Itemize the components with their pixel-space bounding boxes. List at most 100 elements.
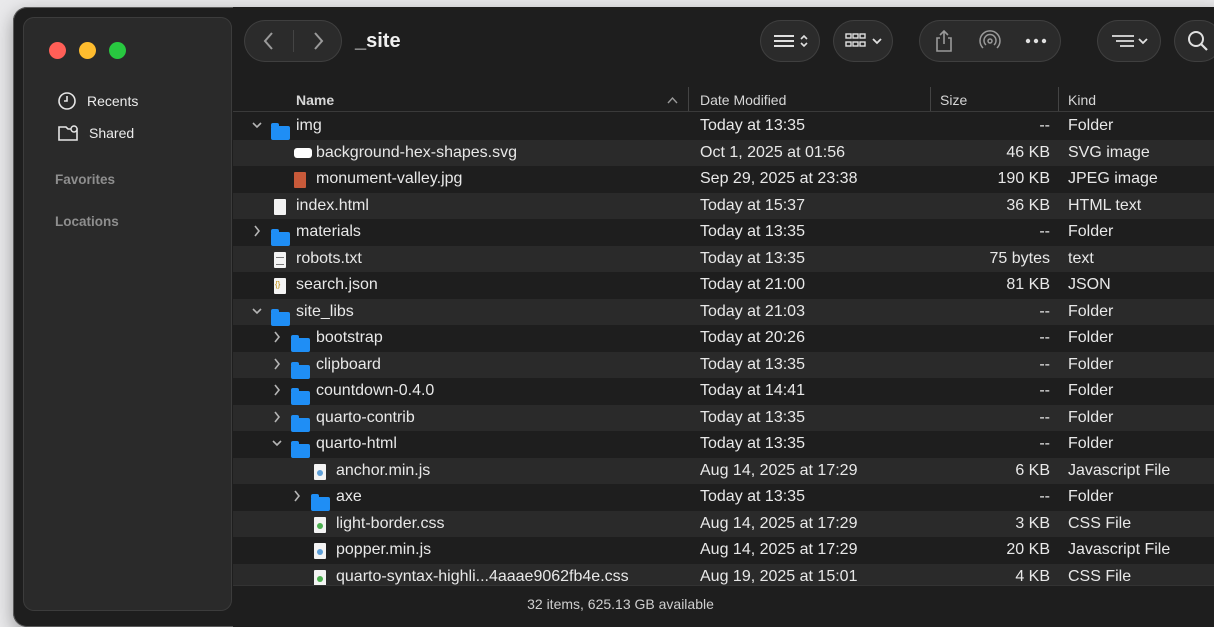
- chevron-up-icon[interactable]: [667, 96, 678, 104]
- chevron-right-icon: [313, 32, 323, 50]
- file-name: robots.txt: [296, 249, 362, 267]
- file-date-modified: Aug 14, 2025 at 17:29: [700, 541, 858, 558]
- file-date-modified: Aug 14, 2025 at 17:29: [700, 461, 858, 479]
- file-kind: text: [1068, 249, 1094, 267]
- file-name: axe: [336, 488, 362, 505]
- status-bar: 32 items, 625.13 GB available: [233, 585, 1214, 627]
- file-date-modified: Today at 13:35: [700, 355, 805, 373]
- file-date-modified: Aug 19, 2025 at 15:01: [700, 567, 858, 585]
- disclosure-collapsed-icon[interactable]: [291, 488, 303, 504]
- file-kind: Folder: [1068, 117, 1114, 134]
- disclosure-collapsed-icon[interactable]: [271, 356, 283, 372]
- sidebar-item-recents[interactable]: Recents: [57, 90, 138, 112]
- share-button[interactable]: [921, 29, 967, 53]
- column-kind[interactable]: Kind: [1068, 92, 1096, 108]
- sidebar: Recents Shared Favorites Locations: [23, 17, 232, 611]
- table-row[interactable]: axe Today at 13:35 -- Folder: [233, 484, 1214, 511]
- view-mode-button[interactable]: [760, 20, 820, 62]
- file-size: 46 KB: [1006, 143, 1050, 161]
- minimize-window-button[interactable]: [79, 42, 96, 59]
- sidebar-item-shared[interactable]: Shared: [57, 122, 134, 144]
- table-row[interactable]: anchor.min.js Aug 14, 2025 at 17:29 6 KB Ja…: [233, 457, 1214, 484]
- close-window-button[interactable]: [49, 42, 66, 59]
- grid-group-icon: [845, 33, 882, 47]
- css-file-icon: [314, 516, 326, 533]
- file-name: anchor.min.js: [336, 461, 431, 479]
- disclosure-expanded-icon[interactable]: [251, 117, 263, 133]
- table-row[interactable]: bootstrap Today at 20:26 -- Folder: [233, 325, 1214, 352]
- folder-icon: [291, 414, 310, 432]
- disclosure-collapsed-icon[interactable]: [251, 223, 263, 239]
- table-row[interactable]: search.json Today at 21:00 81 KB JSON: [233, 272, 1214, 299]
- css-file-icon: [314, 569, 326, 585]
- file-kind: Folder: [1068, 408, 1114, 426]
- file-kind: Folder: [1068, 435, 1114, 452]
- file-date-modified: Today at 13:35: [700, 488, 805, 505]
- sidebar-section-favorites[interactable]: Favorites: [55, 172, 115, 187]
- table-row[interactable]: materials Today at 13:35 -- Folder: [233, 219, 1214, 246]
- back-button[interactable]: [245, 31, 293, 51]
- file-size: --: [1039, 223, 1050, 240]
- file-date-modified: Today at 13:35: [700, 223, 805, 240]
- file-size: 81 KB: [1006, 276, 1050, 293]
- file-size: --: [1039, 355, 1050, 373]
- table-row[interactable]: site_libs Today at 21:03 -- Folder: [233, 298, 1214, 326]
- file-date-modified: Today at 13:35: [700, 249, 805, 267]
- column-divider[interactable]: [688, 87, 689, 111]
- file-name: popper.min.js: [336, 541, 432, 558]
- table-row[interactable]: index.html Today at 15:37 36 KB HTML text: [233, 192, 1214, 219]
- file-kind: CSS File: [1068, 514, 1132, 532]
- finder-window: Recents Shared Favorites Locations _site: [13, 7, 1214, 627]
- table-row[interactable]: countdown-0.4.0 Today at 14:41 -- Folder: [233, 378, 1214, 405]
- file-date-modified: Oct 1, 2025 at 01:56: [700, 143, 845, 161]
- share-icon: [936, 29, 952, 52]
- column-divider[interactable]: [930, 87, 931, 111]
- file-kind: Folder: [1068, 382, 1114, 399]
- table-row[interactable]: quarto-html Today at 13:35 -- Folder: [233, 431, 1214, 458]
- file-size: --: [1039, 382, 1050, 399]
- column-divider[interactable]: [1058, 87, 1059, 111]
- folder-icon: [311, 494, 330, 511]
- chevron-left-icon: [263, 32, 273, 50]
- column-date-modified[interactable]: Date Modified: [700, 92, 786, 108]
- table-row[interactable]: background-hex-shapes.svg Oct 1, 2025 at …: [233, 139, 1214, 166]
- airdrop-button[interactable]: [967, 29, 1013, 53]
- disclosure-expanded-icon[interactable]: [271, 435, 283, 451]
- disclosure-collapsed-icon[interactable]: [271, 382, 283, 398]
- sidebar-section-locations[interactable]: Locations: [55, 214, 119, 229]
- folder-icon: [291, 335, 310, 352]
- file-date-modified: Today at 15:37: [700, 196, 805, 214]
- table-row[interactable]: monument-valley.jpg Sep 29, 2025 at 23:38…: [233, 166, 1214, 193]
- file-kind: Javascript File: [1068, 461, 1171, 479]
- disclosure-expanded-icon[interactable]: [251, 303, 263, 319]
- javascript-file-icon: [314, 543, 326, 559]
- column-size[interactable]: Size: [940, 92, 967, 108]
- table-row[interactable]: clipboard Today at 13:35 -- Folder: [233, 351, 1214, 379]
- table-row[interactable]: quarto-syntax-highli...4aaae9062fb4e.css…: [233, 563, 1214, 585]
- forward-button[interactable]: [294, 31, 342, 51]
- disclosure-collapsed-icon[interactable]: [271, 409, 283, 425]
- file-name: quarto-contrib: [316, 408, 415, 426]
- group-button[interactable]: [833, 20, 893, 62]
- sort-options-button[interactable]: [1097, 20, 1161, 62]
- file-kind: Folder: [1068, 355, 1114, 373]
- table-row[interactable]: popper.min.js Aug 14, 2025 at 17:29 20 KB J…: [233, 537, 1214, 564]
- zoom-window-button[interactable]: [109, 42, 126, 59]
- table-row[interactable]: light-border.css Aug 14, 2025 at 17:29 3 K…: [233, 510, 1214, 537]
- disclosure-collapsed-icon[interactable]: [271, 329, 283, 345]
- table-row[interactable]: quarto-contrib Today at 13:35 -- Folder: [233, 404, 1214, 432]
- more-button[interactable]: [1013, 37, 1059, 45]
- json-file-icon: [274, 278, 286, 294]
- column-name[interactable]: Name: [296, 92, 334, 108]
- file-size: --: [1039, 408, 1050, 426]
- status-text: 32 items, 625.13 GB available: [527, 596, 714, 612]
- file-size: --: [1039, 117, 1050, 134]
- file-size: --: [1039, 488, 1050, 505]
- file-name: materials: [296, 223, 361, 240]
- search-button[interactable]: [1174, 20, 1214, 62]
- window-title: _site: [355, 30, 401, 52]
- table-row[interactable]: robots.txt Today at 13:35 75 bytes text: [233, 245, 1214, 272]
- table-row[interactable]: img Today at 13:35 -- Folder: [233, 113, 1214, 140]
- file-kind: Folder: [1068, 302, 1114, 320]
- file-name: quarto-html: [316, 435, 397, 452]
